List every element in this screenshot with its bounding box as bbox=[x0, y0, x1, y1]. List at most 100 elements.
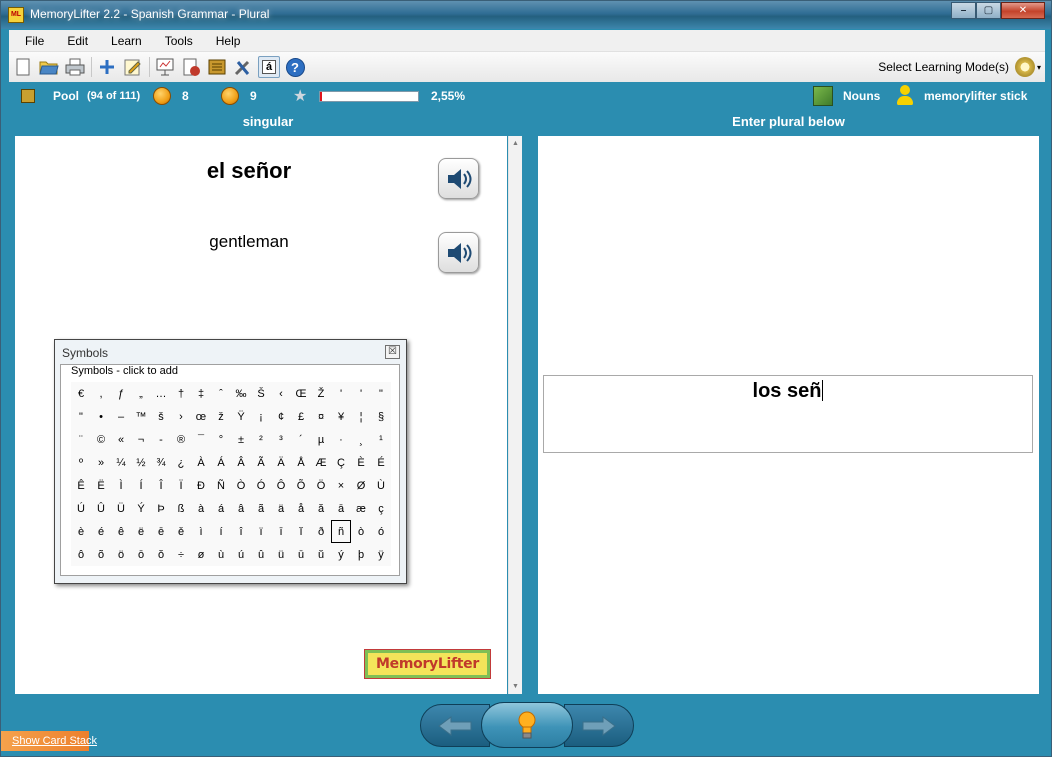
symbol-button[interactable]: Ý bbox=[131, 497, 151, 520]
symbol-button[interactable]: È bbox=[351, 451, 371, 474]
symbol-button[interactable]: „ bbox=[131, 382, 151, 405]
symbol-button[interactable]: † bbox=[171, 382, 191, 405]
symbol-button[interactable]: – bbox=[111, 405, 131, 428]
symbol-button[interactable]: Ñ bbox=[211, 474, 231, 497]
symbol-button[interactable]: ' bbox=[331, 382, 351, 405]
symbol-button[interactable]: ¦ bbox=[351, 405, 371, 428]
user-name[interactable]: memorylifter stick bbox=[924, 89, 1027, 103]
symbol-button[interactable]: × bbox=[331, 474, 351, 497]
symbol-button[interactable]: ñ bbox=[331, 520, 351, 543]
symbol-button[interactable]: Õ bbox=[291, 474, 311, 497]
close-button[interactable]: ✕ bbox=[1001, 2, 1045, 19]
symbol-button[interactable]: Û bbox=[91, 497, 111, 520]
left-scrollbar[interactable]: ▲ ▼ bbox=[508, 136, 522, 694]
symbol-button[interactable]: ì bbox=[191, 520, 211, 543]
play-question-audio-button[interactable] bbox=[438, 158, 479, 199]
symbol-button[interactable]: © bbox=[91, 428, 111, 451]
symbol-button[interactable]: Ã bbox=[251, 451, 271, 474]
symbol-button[interactable]: Ö bbox=[311, 474, 331, 497]
print-icon[interactable] bbox=[64, 56, 86, 78]
menu-edit[interactable]: Edit bbox=[51, 34, 95, 48]
symbol-button[interactable]: £ bbox=[291, 405, 311, 428]
symbol-button[interactable]: ë bbox=[131, 520, 151, 543]
symbol-button[interactable]: ¸ bbox=[351, 428, 371, 451]
symbol-button[interactable]: ² bbox=[251, 428, 271, 451]
show-card-stack-link[interactable]: Show Card Stack bbox=[1, 731, 127, 751]
symbol-button[interactable]: ê bbox=[111, 520, 131, 543]
symbol-button[interactable]: ž bbox=[211, 405, 231, 428]
symbol-button[interactable]: ± bbox=[231, 428, 251, 451]
symbol-button[interactable]: Ž bbox=[311, 382, 331, 405]
symbol-button[interactable]: è bbox=[71, 520, 91, 543]
maximize-button[interactable]: ▢ bbox=[976, 2, 1001, 19]
symbol-button[interactable]: Å bbox=[291, 451, 311, 474]
symbol-button[interactable]: ¬ bbox=[131, 428, 151, 451]
symbol-button[interactable]: ó bbox=[371, 520, 391, 543]
symbol-button[interactable]: Ë bbox=[91, 474, 111, 497]
symbol-button[interactable]: ă bbox=[311, 497, 331, 520]
symbol-button[interactable]: " bbox=[71, 405, 91, 428]
chapter-name[interactable]: Nouns bbox=[843, 89, 880, 103]
title-bar[interactable]: ML MemoryLifter 2.2 - Spanish Grammar - … bbox=[1, 1, 1051, 29]
symbol-button[interactable]: · bbox=[331, 428, 351, 451]
symbol-button[interactable]: î bbox=[231, 520, 251, 543]
symbol-button[interactable]: ° bbox=[211, 428, 231, 451]
symbol-button[interactable]: Ï bbox=[171, 474, 191, 497]
symbol-button[interactable]: þ bbox=[351, 543, 371, 566]
symbol-button[interactable]: ç bbox=[371, 497, 391, 520]
symbol-button[interactable]: Ú bbox=[71, 497, 91, 520]
symbols-close-button[interactable]: ☒ bbox=[385, 345, 400, 359]
symbol-button[interactable]: ¥ bbox=[331, 405, 351, 428]
symbol-button[interactable]: Ÿ bbox=[231, 405, 251, 428]
symbol-button[interactable]: ĭ bbox=[291, 520, 311, 543]
statistics-icon[interactable] bbox=[180, 56, 202, 78]
symbol-button[interactable]: ¼ bbox=[111, 451, 131, 474]
scroll-down-icon[interactable]: ▼ bbox=[512, 683, 519, 690]
symbol-button[interactable]: ÷ bbox=[171, 543, 191, 566]
add-card-icon[interactable] bbox=[96, 56, 118, 78]
symbol-button[interactable]: « bbox=[111, 428, 131, 451]
symbol-button[interactable]: ø bbox=[191, 543, 211, 566]
symbol-button[interactable]: â bbox=[231, 497, 251, 520]
symbol-button[interactable]: ā bbox=[331, 497, 351, 520]
symbol-button[interactable]: Š bbox=[251, 382, 271, 405]
symbol-button[interactable]: ŭ bbox=[311, 543, 331, 566]
symbol-button[interactable]: Æ bbox=[311, 451, 331, 474]
symbol-button[interactable]: ™ bbox=[131, 405, 151, 428]
symbol-button[interactable]: ï bbox=[251, 520, 271, 543]
symbol-button[interactable]: ù bbox=[211, 543, 231, 566]
menu-file[interactable]: File bbox=[9, 34, 51, 48]
previous-card-button[interactable] bbox=[420, 704, 490, 747]
symbol-button[interactable]: ƒ bbox=[111, 382, 131, 405]
hint-button[interactable] bbox=[481, 702, 573, 748]
symbol-button[interactable]: ÿ bbox=[371, 543, 391, 566]
play-translation-audio-button[interactable] bbox=[438, 232, 479, 273]
symbol-button[interactable]: ī bbox=[271, 520, 291, 543]
symbol-button[interactable]: » bbox=[91, 451, 111, 474]
symbol-button[interactable]: ½ bbox=[131, 451, 151, 474]
symbol-button[interactable]: û bbox=[251, 543, 271, 566]
symbol-button[interactable]: ‰ bbox=[231, 382, 251, 405]
symbol-button[interactable]: é bbox=[91, 520, 111, 543]
symbol-button[interactable]: É bbox=[371, 451, 391, 474]
next-card-button[interactable] bbox=[564, 704, 634, 747]
symbol-button[interactable]: º bbox=[71, 451, 91, 474]
symbol-button[interactable]: à bbox=[191, 497, 211, 520]
symbol-button[interactable]: ü bbox=[271, 543, 291, 566]
symbol-button[interactable]: Ð bbox=[191, 474, 211, 497]
symbol-button[interactable]: - bbox=[151, 428, 171, 451]
symbol-button[interactable]: ‡ bbox=[191, 382, 211, 405]
symbol-button[interactable]: Þ bbox=[151, 497, 171, 520]
symbol-button[interactable]: ŏ bbox=[151, 543, 171, 566]
symbol-button[interactable]: ö bbox=[111, 543, 131, 566]
symbol-button[interactable]: ð bbox=[311, 520, 331, 543]
symbol-button[interactable]: ¨ bbox=[71, 428, 91, 451]
symbol-button[interactable]: ® bbox=[171, 428, 191, 451]
menu-tools[interactable]: Tools bbox=[149, 34, 200, 48]
presentation-icon[interactable] bbox=[154, 56, 176, 78]
minimize-button[interactable]: – bbox=[951, 2, 976, 19]
answer-input[interactable]: los señ bbox=[543, 375, 1033, 453]
symbol-button[interactable]: ě bbox=[171, 520, 191, 543]
symbol-button[interactable]: õ bbox=[91, 543, 111, 566]
symbol-button[interactable]: Ä bbox=[271, 451, 291, 474]
